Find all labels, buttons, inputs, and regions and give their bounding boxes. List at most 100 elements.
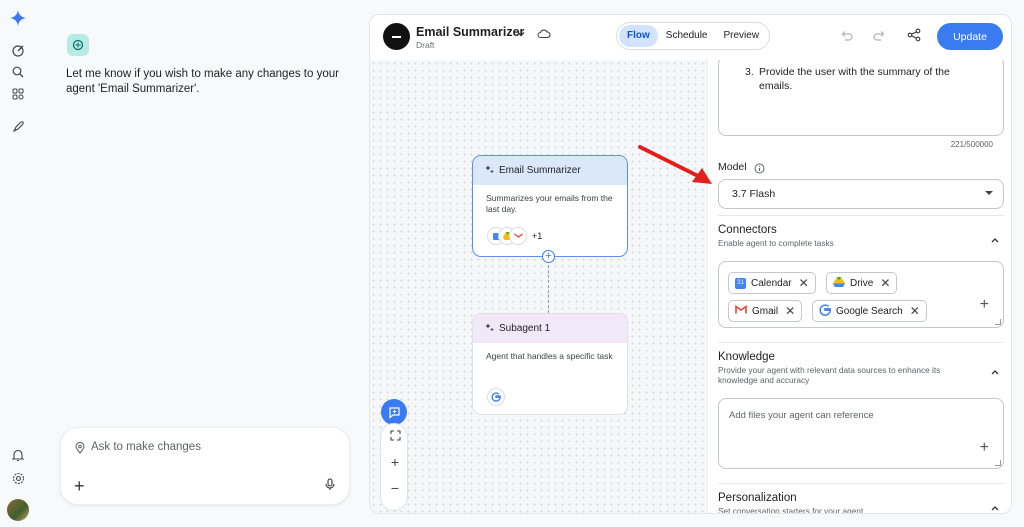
agent-config-panel: 3. Provide the user with the summary of … bbox=[707, 60, 1011, 514]
collapse-knowledge-icon[interactable] bbox=[990, 363, 1000, 381]
sparkle-icon bbox=[484, 164, 494, 177]
chip-label: Drive bbox=[850, 277, 874, 289]
zoom-in-icon[interactable]: + bbox=[381, 454, 409, 470]
chevron-down-icon[interactable] bbox=[516, 26, 526, 44]
chip-label: Calendar bbox=[751, 277, 792, 289]
composer-input[interactable]: Ask to make changes bbox=[91, 441, 201, 453]
view-switcher: Flow Schedule Preview bbox=[616, 22, 771, 50]
builder-toolbar: Email Summarizer Draft Flow Schedule Pre… bbox=[370, 15, 1011, 60]
node-connector-icons: +1 bbox=[487, 227, 542, 245]
redo-icon[interactable] bbox=[873, 29, 886, 47]
subagent-connector-icons bbox=[487, 388, 505, 406]
tab-schedule[interactable]: Schedule bbox=[658, 25, 716, 47]
rocket-icon[interactable] bbox=[9, 117, 27, 135]
char-counter: 221/500000 bbox=[950, 140, 993, 149]
section-divider bbox=[718, 342, 1004, 343]
knowledge-subtitle: Provide your agent with relevant data so… bbox=[718, 365, 941, 385]
chat-composer[interactable]: Ask to make changes + bbox=[60, 427, 350, 505]
drive-icon bbox=[833, 276, 845, 290]
remove-chip-icon[interactable]: ✕ bbox=[799, 276, 809, 290]
gmail-icon bbox=[735, 304, 747, 317]
bell-icon[interactable] bbox=[9, 446, 27, 464]
tab-preview[interactable]: Preview bbox=[715, 25, 767, 47]
main-agent-node-description: Summarizes your emails from the last day… bbox=[486, 193, 613, 214]
agent-builder-card: Email Summarizer Draft Flow Schedule Pre… bbox=[369, 14, 1012, 514]
update-button[interactable]: Update bbox=[937, 23, 1003, 50]
agent-bot-icon bbox=[67, 34, 89, 56]
agent-status: Draft bbox=[416, 40, 435, 50]
agent-name[interactable]: Email Summarizer bbox=[416, 25, 524, 39]
remove-chip-icon[interactable]: ✕ bbox=[880, 276, 890, 290]
collapse-connectors-icon[interactable] bbox=[990, 231, 1000, 249]
assistant-message: Let me know if you wish to make any chan… bbox=[66, 68, 339, 95]
undo-icon[interactable] bbox=[840, 29, 853, 47]
annotation-arrow bbox=[638, 145, 712, 184]
share-icon[interactable] bbox=[907, 28, 921, 47]
main-agent-node-header: Email Summarizer bbox=[473, 156, 627, 185]
subagent-node-description: Agent that handles a specific task bbox=[486, 351, 613, 361]
flow-canvas[interactable]: Email Summarizer Summarizes your emails … bbox=[370, 60, 707, 513]
gemini-sparkle-icon[interactable] bbox=[9, 9, 27, 27]
connectors-box[interactable]: 31 Calendar ✕ Drive ✕ Gmail ✕ Google Sea… bbox=[718, 261, 1004, 328]
resize-handle[interactable] bbox=[995, 319, 1001, 325]
knowledge-box[interactable]: Add files your agent can reference + bbox=[718, 398, 1004, 469]
sparkle-icon bbox=[484, 322, 494, 335]
model-select[interactable]: 3.7 Flash bbox=[718, 179, 1004, 209]
remove-chip-icon[interactable]: ✕ bbox=[785, 304, 795, 318]
gmail-icon bbox=[509, 227, 527, 245]
subagent-node-title: Subagent 1 bbox=[499, 323, 551, 334]
google-icon bbox=[487, 388, 505, 406]
instruction-step-text: Provide the user with the summary of the… bbox=[759, 66, 950, 92]
model-label: Model bbox=[718, 161, 747, 173]
add-connector-icon[interactable]: + bbox=[980, 296, 989, 314]
connectors-title: Connectors bbox=[718, 224, 777, 236]
remove-chip-icon[interactable]: ✕ bbox=[910, 304, 920, 318]
connector-chip-google-search[interactable]: Google Search ✕ bbox=[812, 300, 927, 322]
chip-label: Gmail bbox=[752, 305, 779, 317]
connectors-subtitle: Enable agent to complete tasks bbox=[718, 238, 834, 248]
google-icon bbox=[819, 303, 831, 319]
search-icon[interactable] bbox=[9, 63, 27, 81]
node-connector-line bbox=[548, 265, 549, 313]
add-knowledge-icon[interactable]: + bbox=[980, 439, 989, 457]
connector-chip-drive[interactable]: Drive ✕ bbox=[826, 272, 898, 294]
main-agent-node[interactable]: Email Summarizer Summarizes your emails … bbox=[472, 155, 628, 257]
section-divider bbox=[718, 215, 1004, 216]
add-node-button[interactable]: + bbox=[542, 250, 555, 263]
extra-connectors-count: +1 bbox=[532, 231, 543, 241]
subagent-node[interactable]: Subagent 1 Agent that handles a specific… bbox=[472, 313, 628, 415]
user-avatar[interactable] bbox=[7, 499, 29, 521]
personalization-title: Personalization bbox=[718, 492, 797, 504]
collapse-personalization-icon[interactable] bbox=[990, 499, 1000, 513]
cloud-saved-icon bbox=[537, 26, 551, 44]
connector-chip-calendar[interactable]: 31 Calendar ✕ bbox=[728, 272, 816, 294]
model-select-value: 3.7 Flash bbox=[732, 188, 776, 200]
apps-grid-icon[interactable] bbox=[9, 85, 27, 103]
tab-flow[interactable]: Flow bbox=[619, 25, 658, 47]
location-pin-icon bbox=[75, 441, 85, 459]
personalization-subtitle: Set conversation starters for your agent bbox=[718, 506, 864, 514]
add-attachment-icon[interactable]: + bbox=[74, 476, 85, 497]
knowledge-title: Knowledge bbox=[718, 351, 775, 363]
add-comment-button[interactable] bbox=[381, 399, 407, 425]
zoom-out-icon[interactable]: − bbox=[381, 480, 409, 496]
knowledge-placeholder: Add files your agent can reference bbox=[729, 410, 874, 421]
chat-panel: Let me know if you wish to make any chan… bbox=[36, 0, 368, 527]
chip-label: Google Search bbox=[836, 305, 903, 317]
fit-view-icon[interactable] bbox=[381, 428, 409, 444]
agent-logo bbox=[383, 23, 410, 50]
zoom-controls: + − bbox=[380, 423, 408, 511]
left-rail bbox=[0, 0, 36, 527]
microphone-icon[interactable] bbox=[325, 478, 335, 496]
calendar-icon: 31 bbox=[735, 277, 746, 289]
info-icon[interactable] bbox=[754, 161, 765, 179]
subagent-node-header: Subagent 1 bbox=[473, 314, 627, 343]
dropdown-caret-icon bbox=[985, 191, 993, 195]
section-divider bbox=[718, 483, 1004, 484]
new-chat-icon[interactable] bbox=[9, 41, 27, 59]
main-agent-node-title: Email Summarizer bbox=[499, 165, 581, 176]
settings-gear-icon[interactable] bbox=[9, 469, 27, 487]
connector-chip-gmail[interactable]: Gmail ✕ bbox=[728, 300, 803, 322]
resize-handle[interactable] bbox=[995, 460, 1001, 466]
instructions-textarea[interactable]: 3. Provide the user with the summary of … bbox=[718, 60, 1004, 136]
